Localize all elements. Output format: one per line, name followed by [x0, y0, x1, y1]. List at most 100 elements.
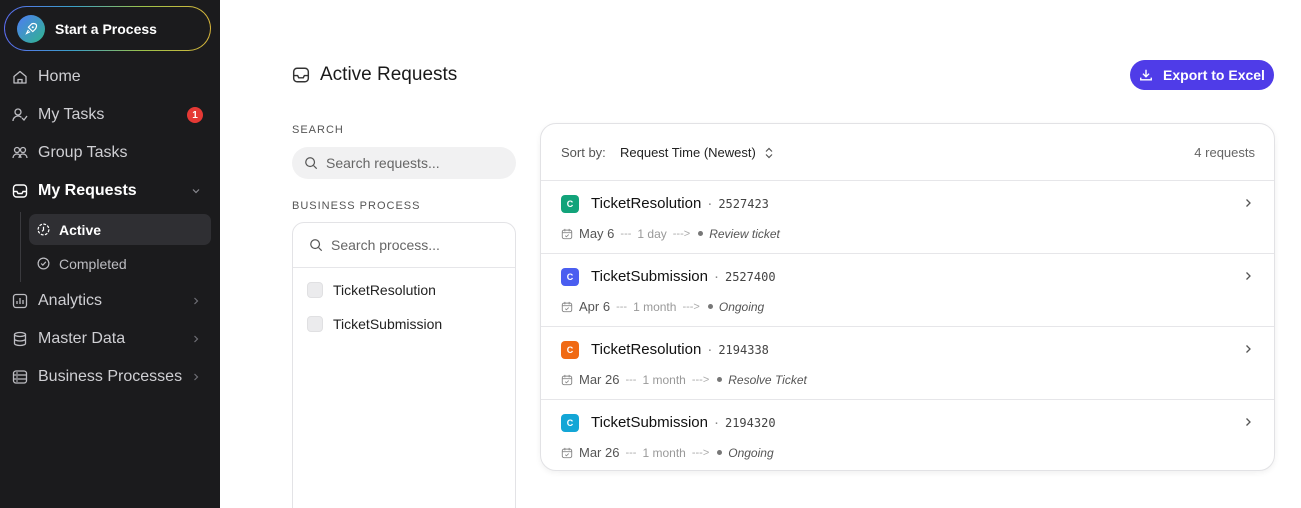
sidebar-item-master-data[interactable]: Master Data — [0, 322, 220, 356]
request-id: 2527423 — [718, 197, 769, 211]
request-count: 4 requests — [1194, 145, 1255, 160]
request-duration: 1 month — [642, 372, 686, 387]
sort-value: Request Time (Newest) — [620, 145, 756, 160]
sidebar-item-business-processes[interactable]: Business Processes — [0, 360, 220, 394]
chart-icon — [12, 293, 28, 309]
process-search-input[interactable] — [331, 237, 501, 253]
sidebar-item-label: Group Tasks — [38, 144, 128, 161]
sidebar-item-label: My Tasks — [38, 106, 105, 123]
dot-separator: · — [707, 195, 713, 212]
request-title: TicketSubmission · 2194320 — [591, 414, 776, 431]
chevron-right-icon — [1246, 199, 1251, 207]
sort-label: Sort by: — [561, 145, 606, 160]
sidebar-item-my-requests[interactable]: My Requests — [0, 174, 220, 208]
calendar-icon — [561, 374, 573, 385]
request-date: Mar 26 — [579, 445, 620, 460]
export-to-excel-button[interactable]: Export to Excel — [1130, 60, 1274, 90]
chevron-right-icon — [1246, 272, 1251, 280]
users-icon — [12, 146, 28, 159]
dot-separator: · — [707, 341, 713, 358]
request-stage: Resolve Ticket — [728, 372, 807, 387]
search-icon — [305, 157, 318, 170]
user-check-icon — [12, 108, 28, 122]
request-title: TicketResolution · 2194338 — [591, 341, 769, 358]
request-row[interactable]: C TicketResolution · 2527423 May 6 --- 1 d… — [541, 181, 1274, 254]
request-process-name: TicketSubmission — [591, 414, 708, 431]
sidebar-subitem-active[interactable]: Active — [29, 214, 211, 245]
request-date: May 6 — [579, 226, 615, 241]
search-section-label: SEARCH — [292, 124, 344, 136]
start-process-button[interactable]: Start a Process — [4, 6, 211, 51]
clock-icon — [37, 223, 50, 236]
request-meta: May 6 --- 1 day ---> Review ticket — [561, 226, 780, 241]
calendar-icon — [561, 228, 573, 239]
chevron-right-icon — [194, 335, 199, 343]
download-icon — [1140, 69, 1152, 81]
request-stage: Ongoing — [718, 299, 765, 314]
sidebar-subitem-completed[interactable]: Completed — [29, 248, 211, 279]
process-checkbox[interactable] — [307, 316, 323, 332]
request-duration: 1 day — [637, 226, 667, 241]
home-icon — [13, 70, 27, 84]
sidebar-item-analytics[interactable]: Analytics — [0, 284, 220, 318]
sidebar-subitem-label: Active — [59, 221, 102, 238]
request-row[interactable]: C TicketSubmission · 2194320 Mar 26 --- 1 … — [541, 400, 1274, 470]
request-row[interactable]: C TicketSubmission · 2527400 Apr 6 --- 1 m… — [541, 254, 1274, 327]
export-label: Export to Excel — [1163, 67, 1265, 83]
sidebar-item-label: My Requests — [38, 182, 137, 199]
timeline-arrow: ---> — [691, 373, 710, 386]
search-requests-input[interactable] — [326, 155, 496, 171]
process-option-ticketsubmission[interactable]: TicketSubmission — [307, 316, 442, 332]
chevron-down-icon — [192, 189, 200, 194]
sidebar-subitem-label: Completed — [59, 255, 127, 272]
request-id: 2194338 — [718, 343, 769, 357]
request-meta: Apr 6 --- 1 month ---> Ongoing — [561, 299, 764, 314]
timeline-dashes: --- — [625, 373, 637, 386]
inbox-icon — [292, 67, 310, 83]
business-process-panel: TicketResolution TicketSubmission — [292, 222, 516, 508]
sidebar-item-group-tasks[interactable]: Group Tasks — [0, 136, 220, 170]
page-title: Active Requests — [320, 64, 458, 85]
dot-separator: · — [713, 414, 719, 431]
sidebar-item-my-tasks[interactable]: My Tasks 1 — [0, 98, 220, 132]
request-id: 2194320 — [724, 416, 776, 430]
stage-dot — [717, 377, 723, 382]
request-meta: Mar 26 --- 1 month ---> Ongoing — [561, 445, 774, 460]
process-option-ticketresolution[interactable]: TicketResolution — [307, 282, 436, 298]
search-icon — [310, 239, 323, 252]
chevron-right-icon — [1246, 345, 1251, 353]
process-option-label: TicketResolution — [333, 282, 436, 298]
sort-dropdown[interactable]: Request Time (Newest) — [620, 145, 774, 160]
requests-list: Sort by: Request Time (Newest) 4 request… — [540, 123, 1275, 471]
request-process-name: TicketResolution — [591, 341, 702, 358]
process-checkbox[interactable] — [307, 282, 323, 298]
request-meta: Mar 26 --- 1 month ---> Resolve Ticket — [561, 372, 807, 387]
request-row[interactable]: C TicketResolution · 2194338 Mar 26 --- 1 … — [541, 327, 1274, 400]
request-rows: C TicketResolution · 2527423 May 6 --- 1 d… — [541, 181, 1274, 470]
dot-separator: · — [713, 268, 719, 285]
request-process-name: TicketResolution — [591, 195, 702, 212]
chevron-right-icon — [194, 373, 199, 381]
calendar-icon — [561, 301, 573, 312]
timeline-dashes: --- — [616, 300, 628, 313]
search-requests-box[interactable] — [292, 147, 516, 179]
process-type-icon: C — [561, 195, 579, 213]
chevron-right-icon — [1246, 418, 1251, 426]
process-type-icon: C — [561, 414, 579, 432]
start-process-label: Start a Process — [55, 20, 157, 37]
sidebar-item-label: Analytics — [38, 292, 103, 309]
request-date: Mar 26 — [579, 372, 620, 387]
request-title: TicketSubmission · 2527400 — [591, 268, 776, 285]
request-title: TicketResolution · 2527423 — [591, 195, 769, 212]
list-header: Sort by: Request Time (Newest) 4 request… — [541, 124, 1274, 181]
request-stage: Ongoing — [728, 445, 774, 460]
submenu-guide-line — [20, 212, 21, 282]
request-id: 2527400 — [724, 270, 776, 284]
process-type-icon: C — [561, 268, 579, 286]
process-search-box[interactable] — [293, 223, 515, 268]
request-duration: 1 month — [642, 445, 686, 460]
sidebar-item-home[interactable]: Home — [0, 60, 220, 94]
page-header: Active Requests — [292, 64, 457, 86]
sidebar: Start a Process Home My Tasks 1 Group Ta… — [0, 0, 220, 508]
process-option-label: TicketSubmission — [333, 316, 443, 332]
